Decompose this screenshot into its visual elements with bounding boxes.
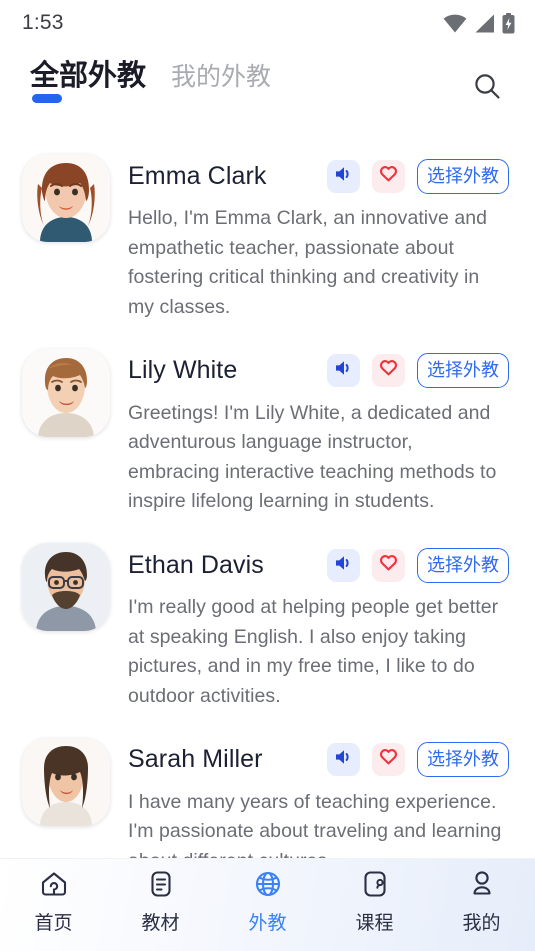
teacher-info: Lily White 选择外教 Greetings! I'm Lily Whit… <box>128 349 509 518</box>
search-icon <box>472 71 502 106</box>
battery-charging-icon <box>502 12 515 34</box>
teacher-actions: 选择外教 <box>327 353 509 388</box>
teacher-actions: 选择外教 <box>327 547 509 583</box>
cellular-signal-icon <box>474 14 495 33</box>
nav-label-profile: 我的 <box>462 913 501 934</box>
nav-label-materials: 教材 <box>141 913 180 934</box>
heart-icon <box>379 748 398 771</box>
page-header: 全部外教 我的外教 <box>0 46 535 130</box>
tab-my-teachers-label: 我的外教 <box>171 63 272 91</box>
speaker-button[interactable] <box>327 354 360 387</box>
speaker-button[interactable] <box>327 548 360 582</box>
nav-label-courses: 课程 <box>355 913 394 934</box>
teacher-header-row: Ethan Davis 选择外教 <box>128 545 509 585</box>
favorite-button[interactable] <box>372 548 405 582</box>
choose-teacher-button[interactable]: 选择外教 <box>417 742 509 777</box>
document-icon <box>145 867 177 901</box>
speaker-icon <box>334 359 353 382</box>
teacher-info: Emma Clark 选择外教 Hello, I'm Emma Clark, a… <box>128 154 509 323</box>
teacher-name: Ethan Davis <box>128 550 264 579</box>
bottom-navigation: 首页 教材 外教 课程 我的 <box>0 858 535 951</box>
teacher-description: I'm really good at helping people get be… <box>128 596 499 707</box>
teacher-description: I have many years of teaching experience… <box>128 790 502 859</box>
teacher-info: Sarah Miller 选择外教 I have many years of t… <box>128 738 509 859</box>
speaker-button[interactable] <box>327 743 360 776</box>
teacher-description: Hello, I'm Emma Clark, an innovative and… <box>128 207 488 318</box>
teacher-name: Emma Clark <box>128 161 267 190</box>
speaker-button[interactable] <box>327 159 360 193</box>
wifi-icon <box>443 14 467 33</box>
nav-item-profile[interactable]: 我的 <box>428 859 535 951</box>
teacher-description: Greetings! I'm Lily White, a dedicated a… <box>128 401 497 513</box>
person-icon <box>466 867 498 901</box>
globe-icon <box>252 867 284 901</box>
nav-item-materials[interactable]: 教材 <box>107 859 214 951</box>
choose-teacher-button[interactable]: 选择外教 <box>417 353 509 388</box>
teacher-info: Ethan Davis 选择外教 I'm really good at help… <box>128 543 509 712</box>
heart-icon <box>379 359 398 382</box>
nav-item-teachers[interactable]: 外教 <box>214 859 321 951</box>
nav-item-courses[interactable]: 课程 <box>321 859 428 951</box>
tab-active-indicator <box>32 94 62 103</box>
favorite-button[interactable] <box>372 743 405 776</box>
choose-teacher-button[interactable]: 选择外教 <box>417 158 509 194</box>
teacher-actions: 选择外教 <box>327 742 509 777</box>
nav-label-teachers: 外教 <box>248 913 287 934</box>
tab-all-teachers-label: 全部外教 <box>30 60 147 92</box>
heart-icon <box>379 165 398 188</box>
teacher-card[interactable]: Lily White 选择外教 Greetings! I'm Lily Whit… <box>22 341 509 536</box>
nav-item-home[interactable]: 首页 <box>0 859 107 951</box>
heart-icon <box>379 554 398 577</box>
teacher-card[interactable]: Ethan Davis 选择外教 I'm really good at help… <box>22 535 509 730</box>
teacher-header-row: Sarah Miller 选择外教 <box>128 740 509 780</box>
teacher-list[interactable]: Emma Clark 选择外教 Hello, I'm Emma Clark, a… <box>0 146 535 858</box>
wallet-icon <box>359 867 391 901</box>
teacher-header-row: Lily White 选择外教 <box>128 351 509 391</box>
avatar-sarah-miller[interactable] <box>22 737 110 826</box>
search-button[interactable] <box>465 66 509 110</box>
teacher-card[interactable]: Sarah Miller 选择外教 I have many years of t… <box>22 730 509 859</box>
nav-label-home: 首页 <box>34 913 73 934</box>
status-bar: 1:53 <box>0 0 535 46</box>
choose-teacher-button[interactable]: 选择外教 <box>417 547 509 583</box>
favorite-button[interactable] <box>372 354 405 387</box>
speaker-icon <box>334 165 353 188</box>
avatar-lily-white[interactable] <box>22 348 110 437</box>
speaker-icon <box>334 554 353 577</box>
teacher-header-row: Emma Clark 选择外教 <box>128 156 509 196</box>
tab-bar: 全部外教 我的外教 <box>30 62 465 103</box>
avatar-emma-clark[interactable] <box>22 154 110 242</box>
teacher-actions: 选择外教 <box>327 158 509 194</box>
status-icons <box>443 12 515 34</box>
app-screen: 1:53 全部外教 我的外教 Emma Clark 选择外教 Hello, I'… <box>0 0 535 951</box>
teacher-name: Lily White <box>128 356 238 384</box>
speaker-icon <box>334 748 353 771</box>
favorite-button[interactable] <box>372 159 405 193</box>
teacher-card[interactable]: Emma Clark 选择外教 Hello, I'm Emma Clark, a… <box>22 146 509 341</box>
tab-my-teachers[interactable]: 我的外教 <box>171 65 271 102</box>
tab-all-teachers[interactable]: 全部外教 <box>30 62 146 103</box>
teacher-name: Sarah Miller <box>128 745 263 773</box>
avatar-ethan-davis[interactable] <box>22 543 110 631</box>
status-time: 1:53 <box>22 11 64 34</box>
home-icon <box>38 867 70 901</box>
